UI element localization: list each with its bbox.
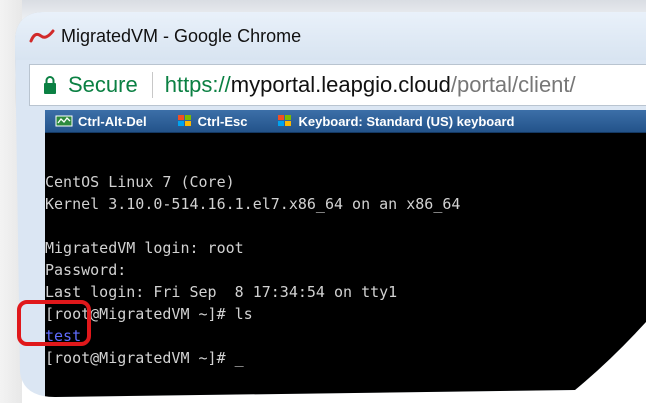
- window-title: MigratedVM - Google Chrome: [61, 25, 302, 46]
- url-scheme: https://: [164, 72, 231, 97]
- keyboard-icon: [55, 114, 73, 128]
- secure-label[interactable]: Secure: [68, 72, 138, 98]
- ctrl-alt-del-button[interactable]: Ctrl-Alt-Del: [55, 114, 147, 129]
- console-toolbar: Ctrl-Alt-Del Ctrl-Esc Keyboard: Standard…: [45, 110, 646, 133]
- address-divider: [152, 72, 153, 98]
- console-line: MigratedVM login: root: [45, 239, 244, 257]
- ctrl-alt-del-label: Ctrl-Alt-Del: [78, 113, 147, 129]
- console-prompt-line: [root@MigratedVM ~]# _: [45, 349, 244, 367]
- address-bar[interactable]: Secure https://myportal.leapgio.cloud/po…: [29, 64, 646, 106]
- keyboard-layout-button[interactable]: Keyboard: Standard (US) keyboard: [275, 114, 514, 129]
- chrome-window: MigratedVM - Google Chrome Secure https:…: [15, 12, 646, 402]
- keyboard-layout-label: Keyboard: Standard (US) keyboard: [298, 113, 515, 129]
- url-text[interactable]: https://myportal.leapgio.cloud/portal/cl…: [165, 72, 576, 98]
- url-path: /portal/client/: [450, 72, 576, 97]
- url-host: myportal.leapgio.cloud: [230, 72, 451, 97]
- windows-logo-icon: [175, 114, 193, 128]
- app-logo-icon: [29, 27, 55, 45]
- vm-console-screen[interactable]: CentOS Linux 7 (Core) Kernel 3.10.0-514.…: [45, 133, 646, 403]
- console-line: CentOS Linux 7 (Core): [45, 173, 235, 191]
- red-annotation-box: [17, 300, 91, 346]
- console-line: Password:: [45, 261, 127, 279]
- console-line: Kernel 3.10.0-514.16.1.el7.x86_64 on an …: [45, 195, 461, 213]
- ctrl-esc-button[interactable]: Ctrl-Esc: [175, 114, 248, 129]
- windows-logo-icon: [275, 114, 293, 128]
- title-bar[interactable]: MigratedVM - Google Chrome: [15, 12, 646, 60]
- ctrl-esc-label: Ctrl-Esc: [197, 113, 248, 129]
- console-line: Last login: Fri Sep 8 17:34:54 on tty1: [45, 283, 398, 301]
- lock-icon[interactable]: [42, 75, 58, 95]
